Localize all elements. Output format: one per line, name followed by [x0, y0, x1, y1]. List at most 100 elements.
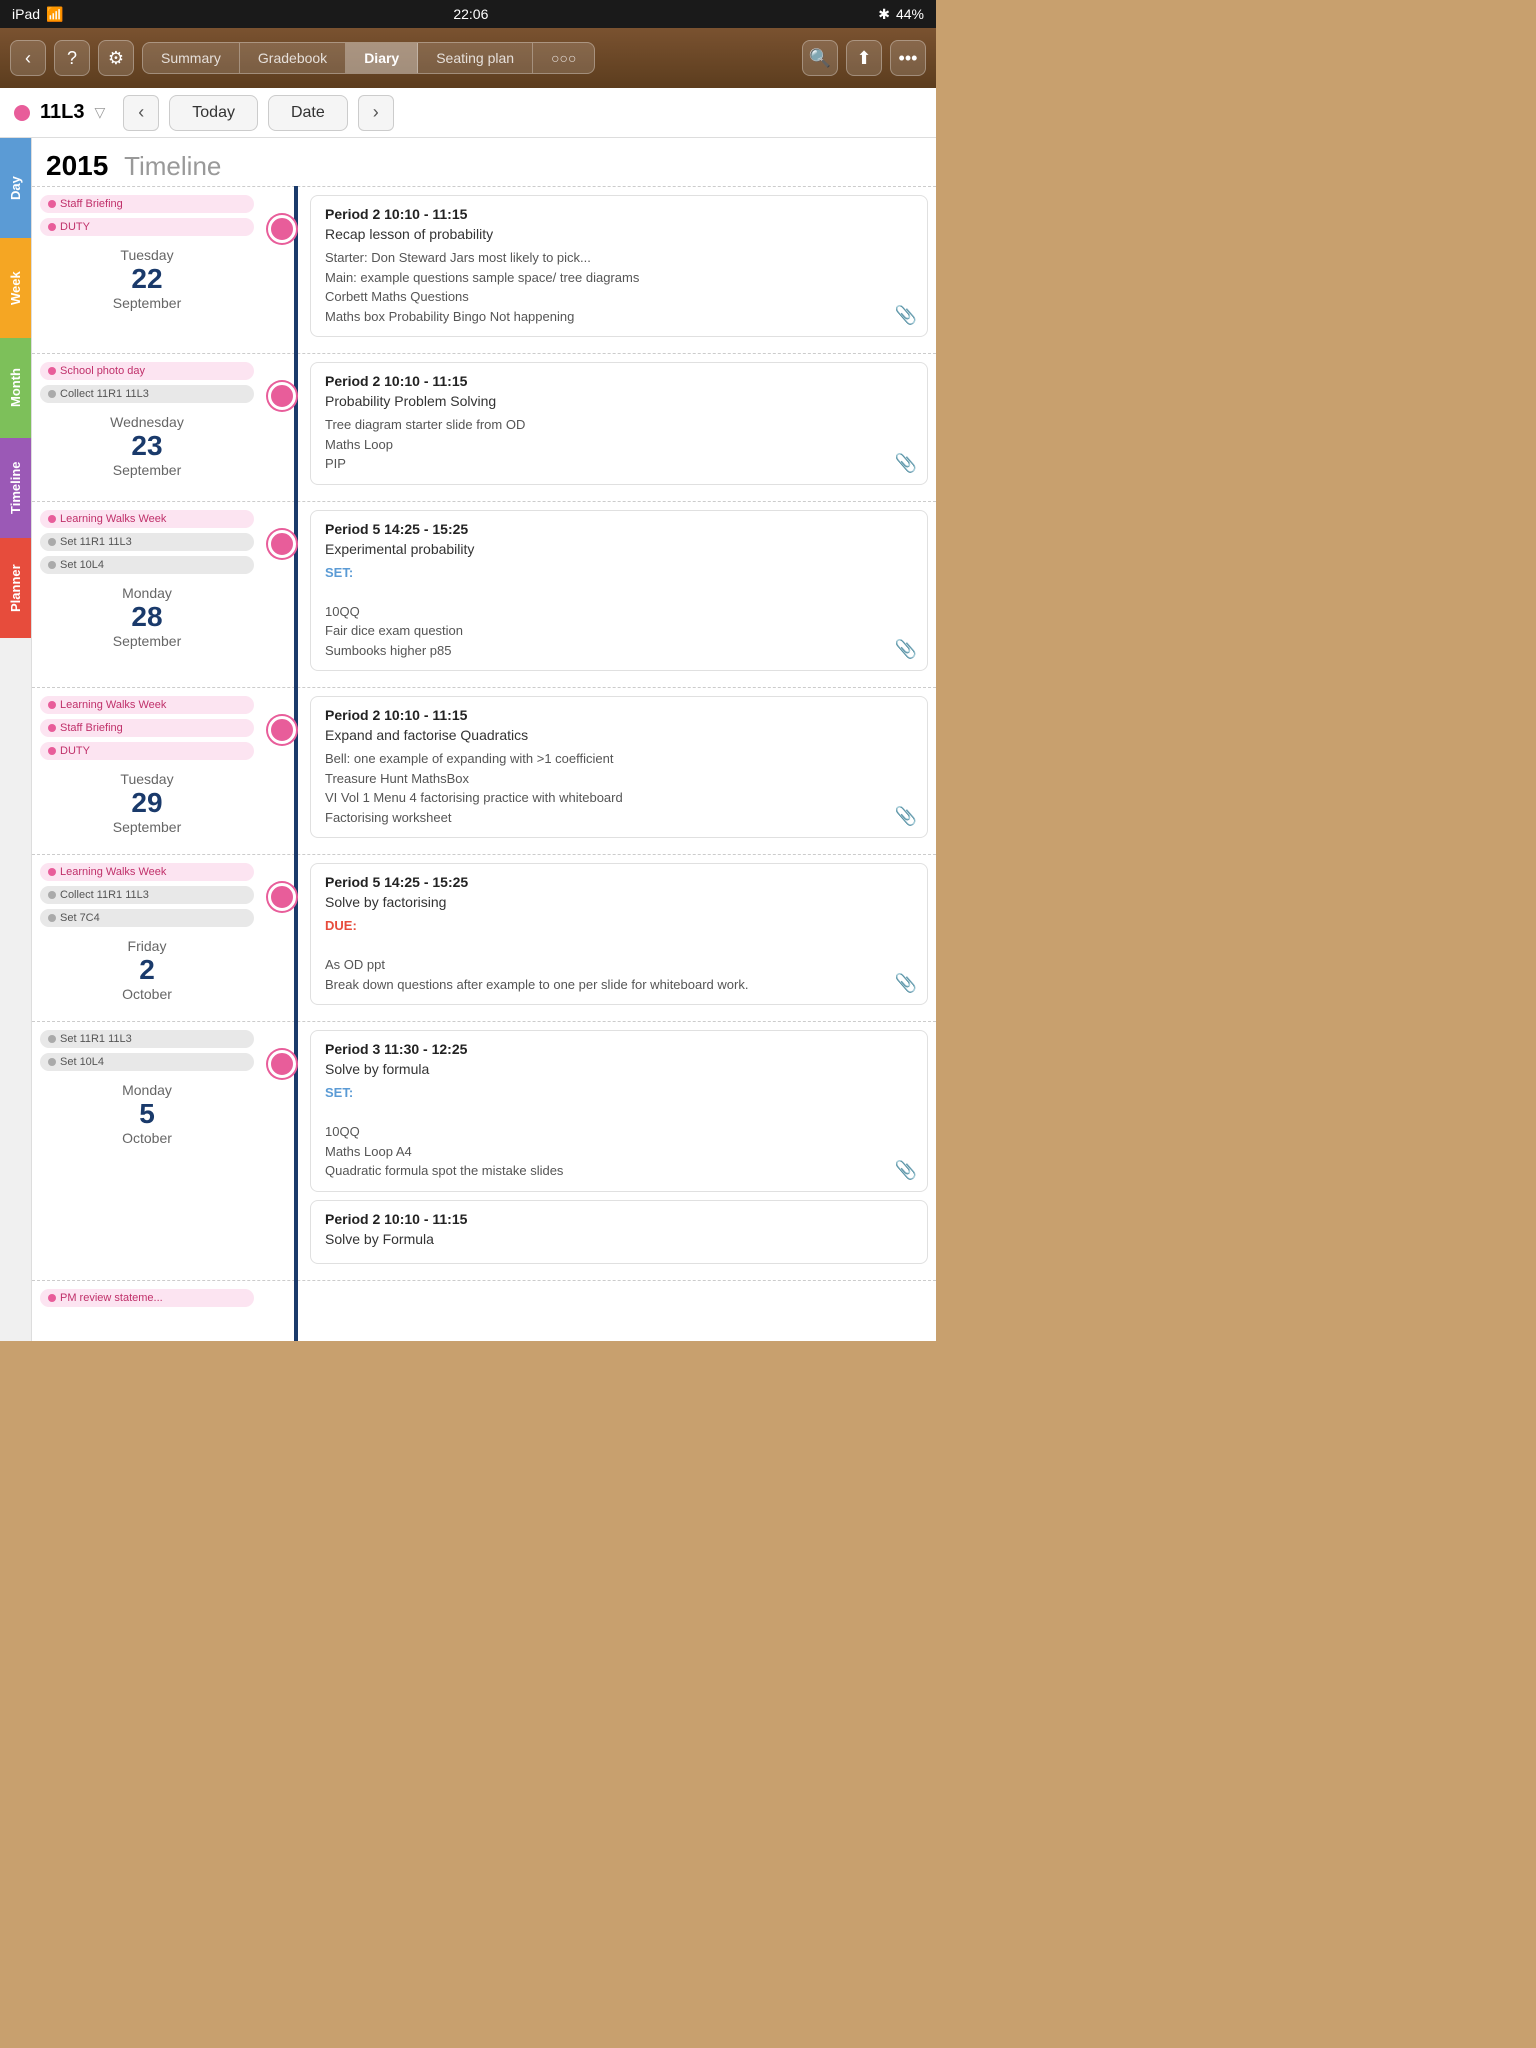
timeline-dot	[268, 215, 296, 243]
period-title: Solve by factorising	[325, 894, 913, 910]
overflow-button[interactable]: •••	[890, 40, 926, 76]
event-duty-2[interactable]: DUTY	[40, 742, 254, 760]
side-tabs: Day Week Month Timeline Planner	[0, 138, 32, 1341]
tab-diary[interactable]: Diary	[346, 43, 418, 73]
period-card-p2: Period 2 10:10 - 11:15 Solve by Formula	[310, 1200, 928, 1264]
class-color-dot	[14, 105, 30, 121]
event-dot	[48, 1058, 56, 1066]
period-title: Experimental probability	[325, 541, 913, 557]
side-tab-timeline[interactable]: Timeline	[0, 438, 31, 538]
date-label-oct2: Friday 2 October	[40, 930, 254, 1006]
period-card: Period 2 10:10 - 11:15 Probability Probl…	[310, 362, 928, 485]
period-card: Period 5 14:25 - 15:25 Experimental prob…	[310, 510, 928, 672]
next-arrow[interactable]: ›	[358, 95, 394, 131]
period-body: DUE: As OD ppt Break down questions afte…	[325, 916, 913, 994]
date-button[interactable]: Date	[268, 95, 348, 131]
event-pm-review[interactable]: PM review stateme...	[40, 1289, 254, 1307]
events-sep23: School photo day Collect 11R1 11L3 Wedne…	[32, 354, 262, 501]
event-set-11r1-2[interactable]: Set 11R1 11L3	[40, 1030, 254, 1048]
event-label: Collect 11R1 11L3	[60, 388, 149, 400]
prev-arrow[interactable]: ‹	[123, 95, 159, 131]
date-section-sep28: Learning Walks Week Set 11R1 11L3 Set 10…	[32, 501, 936, 688]
tab-seating-plan[interactable]: Seating plan	[418, 43, 533, 73]
side-tab-planner[interactable]: Planner	[0, 538, 31, 638]
event-learning-walks-3[interactable]: Learning Walks Week	[40, 863, 254, 881]
year-header: 2015 Timeline	[32, 138, 936, 186]
period-title: Solve by formula	[325, 1061, 913, 1077]
period-title: Solve by Formula	[325, 1231, 913, 1247]
help-button[interactable]: ?	[54, 40, 90, 76]
due-label: DUE:	[325, 918, 357, 933]
back-button[interactable]: ‹	[10, 40, 46, 76]
period-header: Period 5 14:25 - 15:25	[325, 521, 913, 537]
events-sep29: Learning Walks Week Staff Briefing DUTY …	[32, 688, 262, 854]
date-month: September	[40, 819, 254, 835]
attachment-icon: 📎	[895, 305, 917, 326]
attachment-icon: 📎	[895, 639, 917, 660]
period-title: Expand and factorise Quadratics	[325, 727, 913, 743]
tab-gradebook[interactable]: Gradebook	[240, 43, 346, 73]
event-dot	[48, 200, 56, 208]
set-label: SET:	[325, 1085, 353, 1100]
events-list: Set 11R1 11L3 Set 10L4	[40, 1030, 254, 1074]
event-learning-walks-2[interactable]: Learning Walks Week	[40, 696, 254, 714]
search-button[interactable]: 🔍	[802, 40, 838, 76]
event-school-photo[interactable]: School photo day	[40, 362, 254, 380]
event-label: DUTY	[60, 745, 90, 757]
settings-button[interactable]: ⚙	[98, 40, 134, 76]
main-tab-group: Summary Gradebook Diary Seating plan ○○○	[142, 42, 595, 74]
event-set-11r1[interactable]: Set 11R1 11L3	[40, 533, 254, 551]
event-dot	[48, 724, 56, 732]
side-tab-week[interactable]: Week	[0, 238, 31, 338]
side-tab-day[interactable]: Day	[0, 138, 31, 238]
event-label: Staff Briefing	[60, 198, 123, 210]
date-number: 29	[40, 787, 254, 819]
event-staff-briefing-2[interactable]: Staff Briefing	[40, 719, 254, 737]
timeline-dot	[268, 382, 296, 410]
day-name: Tuesday	[40, 247, 254, 263]
period-body: Tree diagram starter slide from OD Maths…	[325, 415, 913, 474]
event-set-10l4[interactable]: Set 10L4	[40, 556, 254, 574]
tab-summary[interactable]: Summary	[143, 43, 240, 73]
event-dot	[48, 367, 56, 375]
status-left: iPad 📶	[12, 6, 63, 23]
day-name: Monday	[40, 585, 254, 601]
event-set-7c4[interactable]: Set 7C4	[40, 909, 254, 927]
date-label-sep22: Tuesday 22 September	[40, 239, 254, 315]
date-number: 28	[40, 601, 254, 633]
period-header: Period 2 10:10 - 11:15	[325, 1211, 913, 1227]
event-label: Collect 11R1 11L3	[60, 889, 149, 901]
set-label: SET:	[325, 565, 353, 580]
event-set-10l4-2[interactable]: Set 10L4	[40, 1053, 254, 1071]
period-body: SET: 10QQ Fair dice exam question Sumboo…	[325, 563, 913, 661]
period-title: Probability Problem Solving	[325, 393, 913, 409]
side-tab-month[interactable]: Month	[0, 338, 31, 438]
today-button[interactable]: Today	[169, 95, 258, 131]
timeline-dot	[268, 883, 296, 911]
event-label: Learning Walks Week	[60, 866, 166, 878]
event-collect-2[interactable]: Collect 11R1 11L3	[40, 886, 254, 904]
period-body: Starter: Don Steward Jars most likely to…	[325, 248, 913, 326]
date-section-sep29: Learning Walks Week Staff Briefing DUTY …	[32, 687, 936, 854]
events-oct5: Set 11R1 11L3 Set 10L4 Monday 5 October	[32, 1022, 262, 1280]
tab-more[interactable]: ○○○	[533, 43, 594, 73]
nav-arrows: ‹	[123, 95, 159, 131]
event-learning-walks[interactable]: Learning Walks Week	[40, 510, 254, 528]
wifi-icon: 📶	[46, 6, 63, 23]
period-header: Period 2 10:10 - 11:15	[325, 206, 913, 222]
event-label: Learning Walks Week	[60, 699, 166, 711]
event-duty[interactable]: DUTY	[40, 218, 254, 236]
event-dot	[48, 390, 56, 398]
event-staff-briefing[interactable]: Staff Briefing	[40, 195, 254, 213]
periods-oct2: Period 5 14:25 - 15:25 Solve by factoris…	[302, 855, 936, 1021]
share-button[interactable]: ⬆	[846, 40, 882, 76]
class-dropdown-icon[interactable]: ▽	[94, 104, 105, 121]
date-month: October	[40, 1130, 254, 1146]
day-name: Wednesday	[40, 414, 254, 430]
event-dot	[48, 1035, 56, 1043]
bluetooth-icon: ✱	[878, 6, 890, 23]
timeline-dot	[268, 716, 296, 744]
events-list: Learning Walks Week Collect 11R1 11L3 Se…	[40, 863, 254, 930]
attachment-icon: 📎	[895, 973, 917, 994]
event-collect[interactable]: Collect 11R1 11L3	[40, 385, 254, 403]
